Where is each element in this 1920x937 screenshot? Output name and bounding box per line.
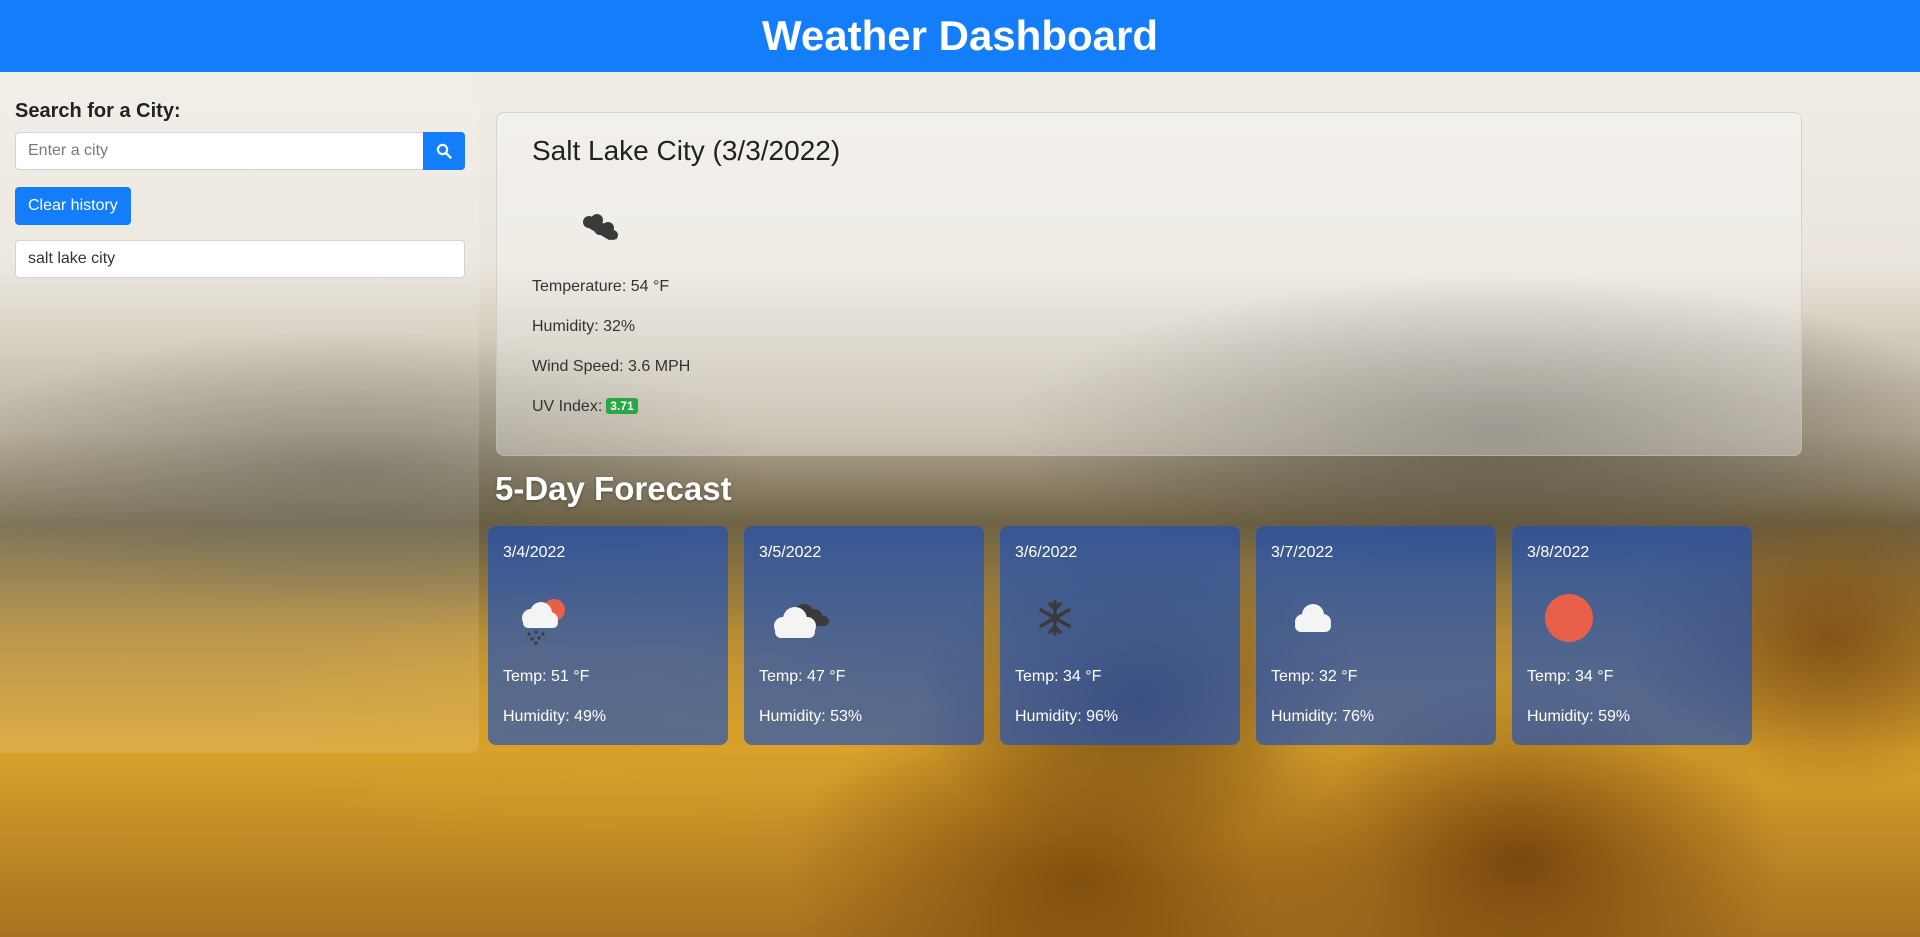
- search-icon: [436, 143, 452, 159]
- forecast-temp: Temp: 34 °F: [1527, 668, 1614, 685]
- forecast-card: 3/5/2022 Temp: 47 °F Humidity: 53%: [744, 526, 984, 745]
- forecast-date: 3/4/2022: [503, 544, 566, 561]
- search-sidebar: Search for a City: Clear history salt la…: [0, 72, 479, 753]
- forecast-temp: Temp: 47 °F: [759, 668, 846, 685]
- forecast-title: 5-Day Forecast: [495, 470, 732, 507]
- forecast-humidity: Humidity: 53%: [759, 708, 863, 725]
- rain-sun-icon: [522, 599, 565, 645]
- forecast-card: 3/7/2022 Temp: 32 °F Humidity: 76%: [1256, 526, 1496, 745]
- forecast-temp: Temp: 51 °F: [503, 668, 590, 685]
- header-bar: Weather Dashboard: [0, 0, 1920, 72]
- forecast-date: 3/5/2022: [759, 544, 822, 561]
- current-wind-speed: Wind Speed: 3.6 MPH: [532, 358, 691, 375]
- forecast-humidity: Humidity: 76%: [1271, 708, 1375, 725]
- page-title: Weather Dashboard: [762, 12, 1158, 59]
- forecast-date: 3/7/2022: [1271, 544, 1334, 561]
- forecast-card: 3/6/2022 Temp: 34 °F Humidity: 96%: [1000, 526, 1240, 745]
- uv-index-label: UV Index:: [532, 398, 603, 415]
- forecast-card: 3/8/2022 Temp: 34 °F Humidity: 59%: [1512, 526, 1752, 745]
- forecast-humidity: Humidity: 49%: [503, 708, 607, 725]
- broken-clouds-icon: [583, 214, 618, 240]
- forecast-temp: Temp: 32 °F: [1271, 668, 1358, 685]
- cloud-icon: [1295, 604, 1331, 632]
- forecast-humidity: Humidity: 96%: [1015, 708, 1119, 725]
- snow-icon: [1039, 600, 1071, 636]
- search-row: [15, 132, 465, 170]
- current-uv-index: UV Index: 3.71: [532, 398, 638, 416]
- city-title: Salt Lake City (3/3/2022): [532, 135, 841, 166]
- forecast-date: 3/8/2022: [1527, 544, 1590, 561]
- forecast-date: 3/6/2022: [1015, 544, 1078, 561]
- overcast-clouds-icon: [774, 604, 829, 638]
- sun-icon: [1545, 594, 1593, 642]
- forecast-humidity: Humidity: 59%: [1527, 708, 1631, 725]
- current-temperature: Temperature: 54 °F: [532, 278, 670, 295]
- uv-index-badge: 3.71: [606, 398, 638, 414]
- current-weather-card: Salt Lake City (3/3/2022) Temperature: 5…: [496, 112, 1802, 456]
- search-button[interactable]: [423, 132, 465, 170]
- clear-history-button[interactable]: Clear history: [15, 187, 131, 225]
- city-search-input[interactable]: [15, 132, 423, 170]
- history-item[interactable]: salt lake city: [15, 240, 465, 278]
- forecast-temp: Temp: 34 °F: [1015, 668, 1102, 685]
- search-label: Search for a City:: [15, 100, 181, 122]
- current-humidity: Humidity: 32%: [532, 318, 636, 335]
- forecast-card: 3/4/2022 Temp: 51 °F Humidity: 49%: [488, 526, 728, 745]
